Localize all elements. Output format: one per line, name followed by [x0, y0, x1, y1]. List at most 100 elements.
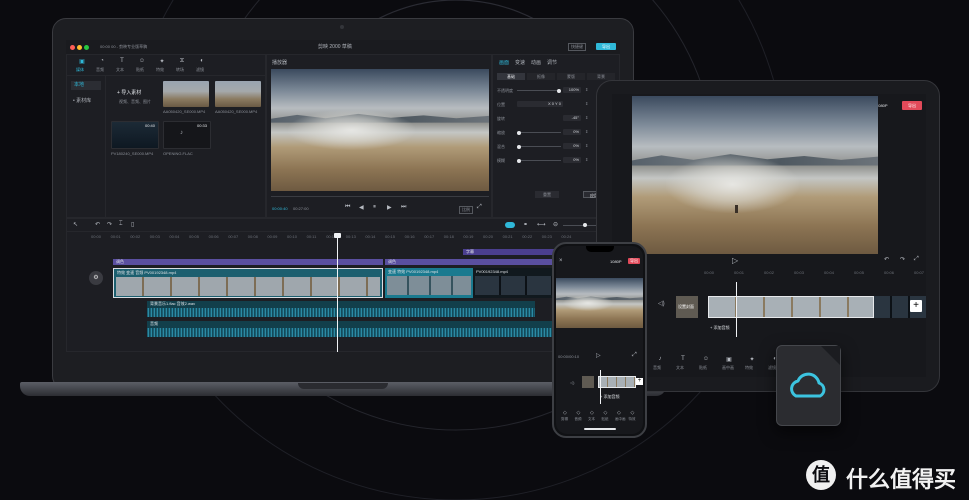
pause-icon[interactable]: ⏸	[373, 204, 376, 211]
cloud-file-card[interactable]	[776, 345, 841, 426]
toolbar-tab-text[interactable]: T 文本	[113, 57, 131, 73]
tool-effects[interactable]: ✦ 特效	[742, 356, 762, 374]
close-icon[interactable]: ×	[559, 258, 563, 264]
add-clip-button[interactable]: +	[910, 300, 922, 312]
video-preview[interactable]	[556, 278, 643, 328]
fullscreen-icon[interactable]: ⤢	[914, 256, 919, 263]
reset-button[interactable]: 重置	[535, 191, 559, 198]
import-button[interactable]: + 导入素材 视频、音频、图片	[111, 83, 159, 111]
undo-icon[interactable]: ↶	[95, 221, 100, 228]
video-clip[interactable]	[598, 376, 636, 388]
export-button[interactable]: 导出	[628, 258, 640, 264]
undo-icon[interactable]: ↶	[884, 256, 889, 263]
toolbar-tab-effects[interactable]: ✦ 特效	[153, 57, 171, 73]
resolution-selector[interactable]: 1080P	[610, 259, 622, 264]
sidebar-item-local[interactable]: 本地	[71, 81, 101, 90]
slider-knob[interactable]	[557, 88, 561, 93]
mute-icon[interactable]: ◁)	[570, 380, 574, 385]
export-button[interactable]: 导出	[902, 101, 922, 110]
property-slider[interactable]	[517, 132, 561, 133]
cover-thumbnail[interactable]: 设置封面	[676, 296, 698, 318]
phone-tool[interactable]: ◇ 音频	[574, 410, 587, 424]
fullscreen-icon[interactable]: ⤢	[477, 204, 482, 211]
video-preview[interactable]	[271, 69, 489, 191]
property-value[interactable]: 0%	[563, 143, 581, 149]
property-value[interactable]: X 0 Y 0	[517, 101, 563, 107]
select-cursor-icon[interactable]: ↖	[73, 221, 78, 228]
close-window-button[interactable]	[70, 45, 75, 50]
skip-forward-icon[interactable]: ⏭	[401, 204, 406, 211]
redo-icon[interactable]: ↷	[107, 221, 112, 228]
zoom-knob[interactable]	[583, 223, 587, 227]
property-value[interactable]: 100%	[563, 87, 581, 93]
toolbar-tab-transition[interactable]: ⧖ 转场	[173, 57, 191, 73]
inspector-tab[interactable]: 变速	[515, 59, 525, 66]
slider-knob[interactable]	[517, 158, 521, 163]
sidebar-item-library[interactable]: • 素材库	[73, 97, 91, 104]
phone-tool[interactable]: ◇ 文本	[587, 410, 600, 424]
tool-music[interactable]: ♪ 音频	[650, 356, 670, 374]
tool-sticker[interactable]: ☺ 贴纸	[696, 356, 716, 374]
stepper-icon[interactable]: ⇕	[585, 101, 588, 106]
main-video-clip[interactable]: 特效 变速 音频 PV00192348.mp4	[113, 268, 383, 298]
toolbar-tab-filter[interactable]: ◐ 滤镜	[193, 57, 211, 73]
playhead[interactable]	[337, 235, 338, 352]
ratio-button[interactable]: 比例	[459, 206, 473, 214]
adjust-track-clip[interactable]: 调色	[113, 259, 383, 265]
phone-tool[interactable]: ◇ 特效	[628, 410, 641, 424]
audio-clip[interactable]: 背景音乐1.flac 音效2.wav	[147, 301, 535, 317]
playhead-handle[interactable]	[334, 233, 341, 238]
play-icon[interactable]: ▷	[596, 352, 601, 359]
mute-icon[interactable]: ◁)	[658, 300, 665, 307]
tool-text[interactable]: T 文本	[673, 356, 693, 374]
skip-back-icon[interactable]: ⏮	[345, 204, 350, 211]
preview-axis-icon[interactable]: ⟷	[537, 221, 546, 228]
inspector-tab[interactable]: 画面	[499, 59, 509, 66]
inspector-tab[interactable]: 动画	[531, 59, 541, 66]
property-value[interactable]: 0%	[563, 157, 581, 163]
toolbar-tab-media[interactable]: ▣ 媒体	[73, 57, 91, 73]
toolbar-tab-audio[interactable]: ◔ 音频	[93, 57, 111, 73]
toolbar-tab-sticker[interactable]: ☺ 贴纸	[133, 57, 151, 73]
property-slider[interactable]	[517, 146, 561, 147]
minimize-window-button[interactable]	[77, 45, 82, 50]
player-progress[interactable]	[271, 196, 489, 197]
inspector-tab[interactable]: 调节	[547, 59, 557, 66]
media-thumbnail[interactable]	[163, 81, 209, 107]
tool-pip[interactable]: ▣ 画中画	[719, 356, 739, 374]
slider-knob[interactable]	[517, 130, 521, 135]
fullscreen-icon[interactable]: ⤢	[632, 352, 637, 359]
zoom-out-icon[interactable]: ⊖	[553, 221, 558, 228]
export-button[interactable]: 导出	[596, 43, 616, 50]
stepper-icon[interactable]: ⇕	[585, 115, 588, 120]
step-back-icon[interactable]: ◀	[359, 204, 364, 211]
stepper-icon[interactable]: ⇕	[585, 143, 588, 148]
property-slider[interactable]	[517, 90, 559, 91]
audio-clip[interactable]: 音频	[147, 321, 603, 337]
stepper-icon[interactable]: ⇕	[585, 129, 588, 134]
snap-toggle[interactable]	[505, 222, 515, 228]
delete-icon[interactable]: ▯	[131, 221, 134, 228]
phone-tool[interactable]: ◇ 画中画	[614, 410, 627, 424]
inspector-subtab[interactable]: 蒙版	[557, 73, 585, 80]
property-slider[interactable]	[517, 160, 561, 161]
inspector-subtab[interactable]: 背景	[587, 73, 615, 80]
maximize-window-button[interactable]	[84, 45, 89, 50]
property-value[interactable]: 0%	[563, 129, 581, 135]
video-clip[interactable]: 变速 特效 PV00192348.mp4	[385, 268, 473, 298]
video-clip[interactable]	[708, 296, 874, 318]
add-audio-button[interactable]: + 添加音频	[600, 394, 619, 400]
link-icon[interactable]: ⚭	[523, 221, 528, 228]
split-icon[interactable]: ⌶	[119, 221, 123, 228]
property-value[interactable]: -45°	[563, 115, 581, 121]
step-forward-icon[interactable]: ▶	[387, 204, 392, 211]
video-preview[interactable]	[632, 96, 878, 254]
inspector-subtab[interactable]: 基础	[497, 73, 525, 80]
shortcut-button[interactable]: 快捷键	[568, 43, 586, 51]
cover-button[interactable]: ⚙	[89, 271, 103, 285]
stepper-icon[interactable]: ⇕	[585, 87, 588, 92]
slider-knob[interactable]	[517, 144, 521, 149]
add-audio-button[interactable]: + 添加音频	[710, 325, 729, 331]
add-clip-button[interactable]: +	[636, 378, 643, 385]
redo-icon[interactable]: ↷	[900, 256, 905, 263]
